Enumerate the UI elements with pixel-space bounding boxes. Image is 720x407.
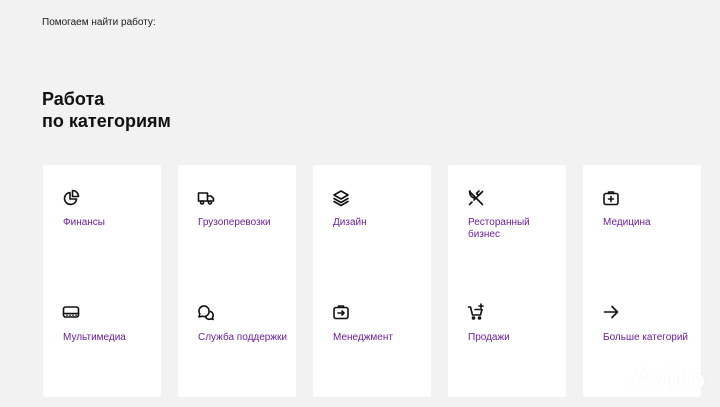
category-card-management[interactable]: Менеджмент [313,279,431,397]
category-label: Мультимедиа [63,332,126,343]
briefcase-arrow-icon [332,303,350,321]
category-card-multimedia[interactable]: Мультимедиа [43,279,161,397]
truck-icon [197,189,215,207]
page-title-line-1: Работа [42,89,105,109]
avito-logo-icon [604,371,627,391]
avito-watermark: Avito [604,363,706,397]
category-label: Менеджмент [333,332,393,343]
category-label: Дизайн [333,217,367,228]
category-label: Ресторанный бизнес [468,217,530,240]
arrow-right-icon [602,303,620,321]
category-label: Финансы [63,217,105,228]
page-title-line-2: по категориям [42,111,171,131]
category-card-medicine[interactable]: Медицина [583,165,701,283]
page-title: Работа по категориям [42,88,171,132]
multimedia-icon [62,303,80,321]
fork-knife-icon [467,189,485,207]
category-card-sales[interactable]: Продажи [448,279,566,397]
medical-kit-icon [602,189,620,207]
avito-watermark-text: Avito [629,363,706,396]
category-card-finance[interactable]: Финансы [43,165,161,283]
category-card-design[interactable]: Дизайн [313,165,431,283]
category-label: Продажи [468,332,510,343]
page-subtitle: Помогаем найти работу: [42,17,156,28]
category-card-cargo[interactable]: Грузоперевозки [178,165,296,283]
category-card-support[interactable]: Служба поддержки [178,279,296,397]
layers-icon [332,189,350,207]
chat-bubbles-icon [197,303,215,321]
category-label: Медицина [603,217,651,228]
category-label: Служба поддержки [198,332,288,343]
cart-plus-icon [467,303,485,321]
category-label: Грузоперевозки [198,217,271,228]
category-label: Больше категорий [603,332,688,343]
category-card-restaurant[interactable]: Ресторанный бизнес [448,165,566,283]
pie-chart-icon [62,189,80,207]
